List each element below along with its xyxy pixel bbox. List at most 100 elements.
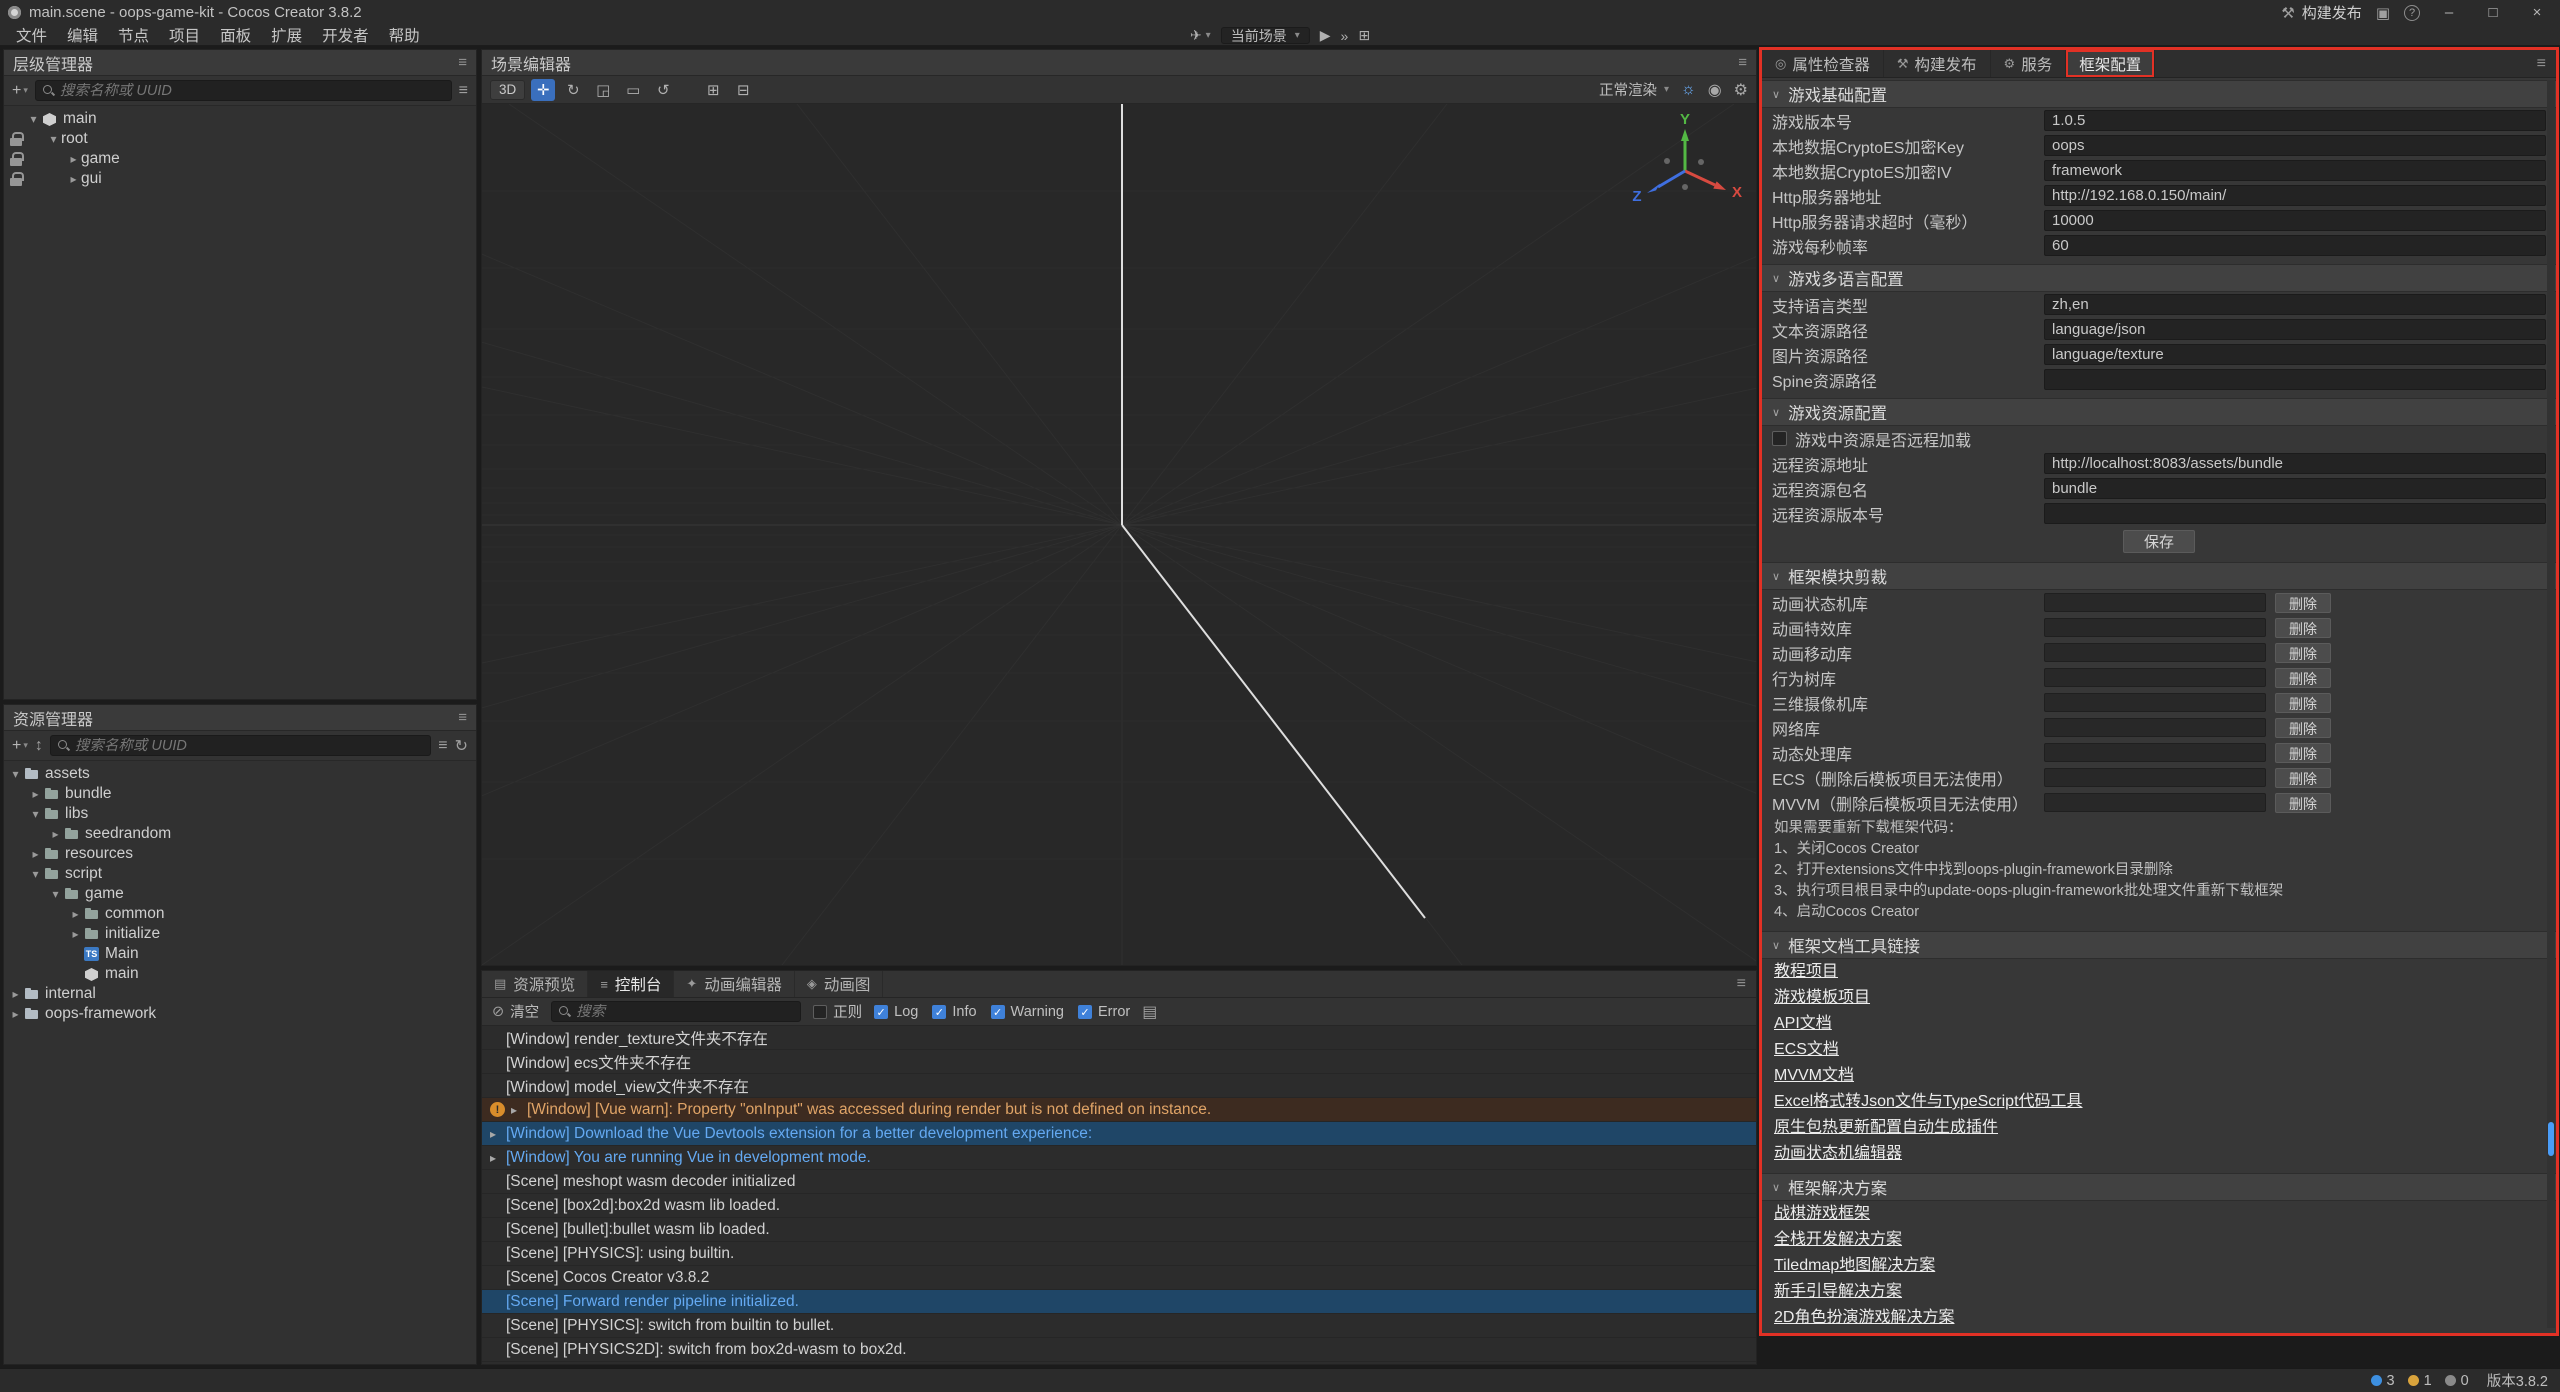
message-count[interactable]: 3 — [2371, 1373, 2395, 1389]
delete-button[interactable]: 删除 — [2275, 793, 2331, 813]
scene-select-dropdown[interactable]: 当前场景 ▾ — [1221, 27, 1310, 44]
lock-icon[interactable] — [8, 131, 24, 147]
panel-menu-icon[interactable]: ≡ — [458, 54, 467, 71]
menu-item[interactable]: 文件 — [6, 24, 57, 46]
layout-grid-icon[interactable]: ⊞ — [1358, 27, 1370, 44]
hierarchy-node[interactable]: root — [4, 129, 476, 149]
doc-link[interactable]: 游戏模板项目 — [1762, 985, 2556, 1011]
log-level-filter[interactable]: Info — [932, 1004, 976, 1020]
log-row[interactable]: ! ▸ [Scene] [PHYSICS]: switch from built… — [482, 1314, 1756, 1338]
property-input[interactable] — [2044, 344, 2546, 365]
doc-link[interactable]: 动画状态机编辑器 — [1762, 1141, 2556, 1167]
rect-tool-icon[interactable]: ▭ — [621, 79, 645, 101]
console-tab[interactable]: 动画编辑器 — [674, 971, 794, 997]
property-input[interactable] — [2044, 110, 2546, 131]
menu-item[interactable]: 项目 — [159, 24, 210, 46]
asset-node[interactable]: libs — [4, 804, 476, 824]
property-input[interactable] — [2044, 453, 2546, 474]
hierarchy-node[interactable]: game — [4, 149, 476, 169]
message-count[interactable]: 1 — [2408, 1373, 2432, 1389]
property-input[interactable] — [2044, 235, 2546, 256]
filter-icon[interactable]: ≡ — [438, 737, 447, 755]
asset-node[interactable]: oops-framework — [4, 1004, 476, 1024]
expand-arrow-icon[interactable] — [48, 827, 63, 841]
inspector-scrollbar[interactable] — [2547, 80, 2555, 1328]
assets-search-input[interactable] — [75, 738, 424, 754]
property-input[interactable] — [2044, 503, 2546, 524]
asset-node[interactable]: resources — [4, 844, 476, 864]
collapse-logs-icon[interactable]: ▤ — [1142, 1002, 1157, 1022]
log-row[interactable]: ! ▸ [Scene] [PHYSICS2D]: switch from box… — [482, 1338, 1756, 1362]
create-node-button[interactable]: + ▾ — [12, 82, 28, 100]
delete-button[interactable]: 删除 — [2275, 668, 2331, 688]
asset-node[interactable]: script — [4, 864, 476, 884]
log-row[interactable]: ! ▸ [Scene] [PHYSICS]: using builtin. — [482, 1242, 1756, 1266]
menu-item[interactable]: 节点 — [108, 24, 159, 46]
grid-snap-icon[interactable]: ⊞ — [701, 79, 725, 101]
help-icon[interactable]: ? — [2404, 5, 2420, 21]
expand-arrow-icon[interactable]: ▸ — [511, 1103, 527, 1117]
inspector-tab[interactable]: 属性检查器 — [1762, 50, 1884, 77]
property-input[interactable] — [2044, 319, 2546, 340]
mode-3d-button[interactable]: 3D — [490, 80, 525, 100]
log-row[interactable]: ! ▸ [Window] Download the Vue Devtools e… — [482, 1122, 1756, 1146]
expand-arrow-icon[interactable] — [26, 112, 41, 126]
create-asset-button[interactable]: + ▾ — [12, 737, 28, 755]
gizmo-space-icon[interactable]: ↺ — [651, 79, 675, 101]
expand-arrow-icon[interactable] — [68, 927, 83, 941]
expand-arrow-icon[interactable]: ▸ — [490, 1151, 506, 1165]
scene-viewport[interactable]: Y X Z — [482, 104, 1756, 965]
asset-node[interactable]: assets — [4, 764, 476, 784]
minimize-button[interactable]: – — [2434, 4, 2464, 21]
render-mode-dropdown[interactable]: 正常渲染 ▾ — [1599, 79, 1669, 100]
lock-icon[interactable] — [8, 171, 24, 187]
delete-button[interactable]: 删除 — [2275, 718, 2331, 738]
asset-node[interactable]: seedrandom — [4, 824, 476, 844]
solution-link[interactable]: 3D角色扮演游戏解决方案 — [1762, 1331, 2556, 1333]
property-input[interactable] — [2044, 369, 2546, 390]
step-button[interactable]: » — [1341, 28, 1349, 44]
section-header[interactable]: 游戏基础配置 — [1762, 80, 2556, 108]
section-header[interactable]: 框架模块剪裁 — [1762, 562, 2556, 590]
panel-menu-icon[interactable]: ≡ — [1738, 54, 1747, 71]
property-input[interactable] — [2044, 210, 2546, 231]
doc-link[interactable]: MVVM文档 — [1762, 1063, 2556, 1089]
solution-link[interactable]: 新手引导解决方案 — [1762, 1279, 2556, 1305]
expand-arrow-icon[interactable] — [68, 907, 83, 921]
solution-link[interactable]: Tiledmap地图解决方案 — [1762, 1253, 2556, 1279]
inspector-tab[interactable]: 服务 — [1991, 50, 2067, 77]
build-publish-button[interactable]: ⚒ 构建发布 — [2281, 2, 2361, 23]
log-level-filter[interactable]: Error — [1078, 1004, 1130, 1020]
log-row[interactable]: ! ▸ [Scene] meshopt wasm decoder initial… — [482, 1170, 1756, 1194]
expand-arrow-icon[interactable] — [46, 132, 61, 146]
doc-link[interactable]: ECS文档 — [1762, 1037, 2556, 1063]
log-row[interactable]: ! ▸ [Window] [Vue warn]: Property "onInp… — [482, 1098, 1756, 1122]
scale-tool-icon[interactable]: ◲ — [591, 79, 615, 101]
expand-arrow-icon[interactable] — [8, 1007, 23, 1021]
inspector-tab[interactable]: 框架配置 — [2066, 50, 2155, 77]
solution-link[interactable]: 2D角色扮演游戏解决方案 — [1762, 1305, 2556, 1331]
section-header[interactable]: 框架文档工具链接 — [1762, 931, 2556, 959]
expand-arrow-icon[interactable] — [8, 767, 23, 781]
log-level-filter[interactable]: Log — [874, 1004, 918, 1020]
menu-item[interactable]: 编辑 — [57, 24, 108, 46]
log-level-filter[interactable]: Warning — [991, 1004, 1064, 1020]
chevron-down-icon[interactable]: ▾ — [1206, 30, 1211, 41]
refresh-icon[interactable]: ↻ — [455, 736, 468, 756]
expand-arrow-icon[interactable] — [48, 887, 63, 901]
section-header[interactable]: 框架解决方案 — [1762, 1173, 2556, 1201]
light-toggle-icon[interactable]: ☼ — [1681, 81, 1696, 99]
align-snap-icon[interactable]: ⊟ — [731, 79, 755, 101]
menu-item[interactable]: 开发者 — [312, 24, 379, 46]
save-button[interactable]: 保存 — [2123, 530, 2195, 553]
log-row[interactable]: ! ▸ [Scene] [box2d]:box2d wasm lib loade… — [482, 1194, 1756, 1218]
doc-link[interactable]: 原生包热更新配置自动生成插件 — [1762, 1115, 2556, 1141]
solution-link[interactable]: 全栈开发解决方案 — [1762, 1227, 2556, 1253]
log-row[interactable]: ! ▸ [Scene] Forward render pipeline init… — [482, 1290, 1756, 1314]
asset-node[interactable]: main — [4, 964, 476, 984]
camera-preview-icon[interactable]: ◉ — [1708, 80, 1722, 100]
log-row[interactable]: ! ▸ [Window] You are running Vue in deve… — [482, 1146, 1756, 1170]
play-button[interactable]: ▶ — [1320, 27, 1331, 44]
inspector-tab[interactable]: 构建发布 — [1884, 50, 1991, 77]
property-input[interactable] — [2044, 185, 2546, 206]
